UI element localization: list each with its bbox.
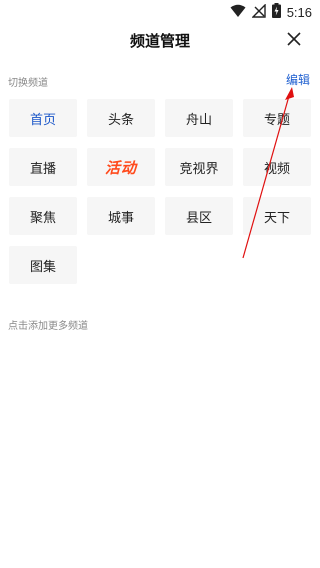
status-icons: 5:16 (230, 2, 312, 22)
channel-tile[interactable]: 直播 (9, 148, 77, 186)
channel-label: 图集 (29, 259, 56, 275)
add-more-channels-label: 点击添加更多频道 (8, 321, 88, 332)
wifi-icon (230, 3, 246, 22)
status-time: 5:16 (286, 4, 312, 20)
channel-tile[interactable]: 城事 (87, 197, 155, 235)
status-bar: 5:16 (0, 0, 320, 24)
channel-label: 县区 (185, 210, 212, 226)
switch-channel-label: 切换频道 (8, 78, 48, 89)
edit-button[interactable]: 编辑 (286, 71, 310, 88)
page-title: 频道管理 (129, 32, 190, 50)
channel-tile[interactable]: 聚焦 (9, 197, 77, 235)
channel-label: 专题 (263, 112, 290, 128)
channel-tile[interactable]: 活动 (87, 148, 155, 186)
channel-tile[interactable]: 头条 (87, 99, 155, 137)
close-button[interactable] (282, 28, 306, 52)
no-signal-icon (250, 2, 266, 22)
channel-label: 城事 (107, 210, 134, 226)
channel-label: 竞视界 (179, 161, 219, 177)
channel-label: 头条 (107, 112, 134, 128)
battery-charging-icon (271, 2, 281, 22)
channel-label: 首页 (29, 112, 56, 128)
channel-label: 舟山 (185, 112, 212, 128)
annotation-arrow (242, 87, 294, 259)
channel-tile[interactable]: 图集 (9, 246, 77, 284)
channel-tile[interactable]: 首页 (9, 99, 77, 137)
close-icon (287, 31, 301, 50)
channel-label: 聚焦 (29, 210, 56, 226)
channel-tile[interactable]: 视频 (243, 148, 311, 186)
channel-tile[interactable]: 舟山 (165, 99, 233, 137)
channel-label: 视频 (263, 161, 290, 177)
channel-label: 天下 (263, 210, 290, 226)
channel-tile[interactable]: 竞视界 (165, 148, 233, 186)
channel-tile[interactable]: 天下 (243, 197, 311, 235)
channel-tile[interactable]: 专题 (243, 99, 311, 137)
channel-label: 直播 (29, 161, 56, 177)
header: 频道管理 (0, 24, 320, 56)
channel-label: 活动 (104, 158, 137, 177)
channel-tile[interactable]: 县区 (165, 197, 233, 235)
